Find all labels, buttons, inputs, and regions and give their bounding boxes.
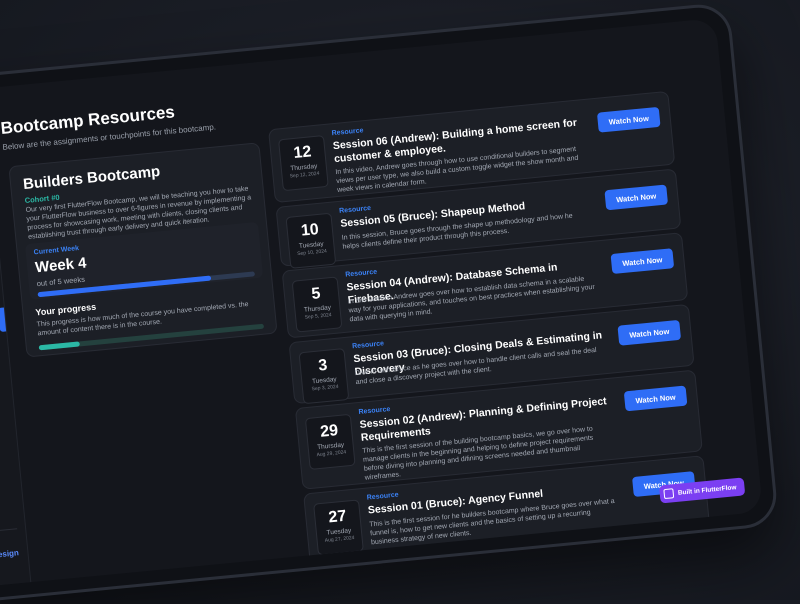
session-tag: Resource	[358, 405, 391, 416]
session-day: 3	[317, 356, 329, 375]
week-total: out of 5 weeks	[36, 274, 86, 289]
session-date: 27 Tuesday Aug 27, 2024	[313, 499, 364, 556]
bootcamp-card: Builders Bootcamp Cohort #0 Our very fir…	[8, 142, 278, 358]
session-date: 12 Thursday Sep 12, 2024	[278, 135, 329, 192]
session-day: 12	[292, 143, 313, 163]
watch-now-button[interactable]: Watch Now	[604, 184, 669, 211]
session-date: 29 Thursday Aug 29, 2024	[304, 413, 356, 470]
session-date: 5 Thursday Sep 5, 2024	[291, 276, 343, 333]
session-day: 29	[319, 422, 339, 441]
main-content: Bootcamp Resources Below are the assignm…	[0, 18, 763, 582]
badge-label: Built in FlutterFlow	[677, 483, 737, 497]
session-tag: Resource	[331, 127, 364, 138]
sidebar-divider	[0, 528, 18, 534]
session-tag: Resource	[338, 204, 372, 215]
session-date: 3 Tuesday Sep 3, 2024	[298, 348, 350, 405]
current-week-value: Week 4	[34, 254, 88, 277]
bootcamp-title: Builders Bootcamp	[22, 162, 161, 194]
watch-now-button[interactable]: Watch Now	[596, 106, 661, 133]
session-tag: Resource	[345, 268, 378, 279]
session-day: 27	[327, 507, 348, 527]
session-tag: Resource	[351, 340, 385, 351]
watch-now-button[interactable]: Watch Now	[617, 319, 682, 346]
watch-now-button[interactable]: Watch Now	[623, 385, 688, 412]
session-date: 10 Tuesday Sep 10, 2024	[285, 212, 337, 269]
session-day: 10	[300, 221, 320, 240]
session-day: 5	[310, 285, 322, 303]
flutterflow-logo-icon	[663, 488, 675, 500]
app-screen: ees.design Bootcamp Resources Below are …	[0, 17, 763, 589]
watch-now-button[interactable]: Watch Now	[610, 248, 675, 275]
sidebar-footer-link[interactable]: ees.design	[0, 548, 19, 561]
course-progress-fill	[38, 341, 80, 351]
sessions-list: 12 Thursday Sep 12, 2024 Resource Sessio…	[268, 90, 711, 568]
tablet-device: ees.design Bootcamp Resources Below are …	[0, 1, 780, 604]
session-tag: Resource	[366, 491, 399, 502]
